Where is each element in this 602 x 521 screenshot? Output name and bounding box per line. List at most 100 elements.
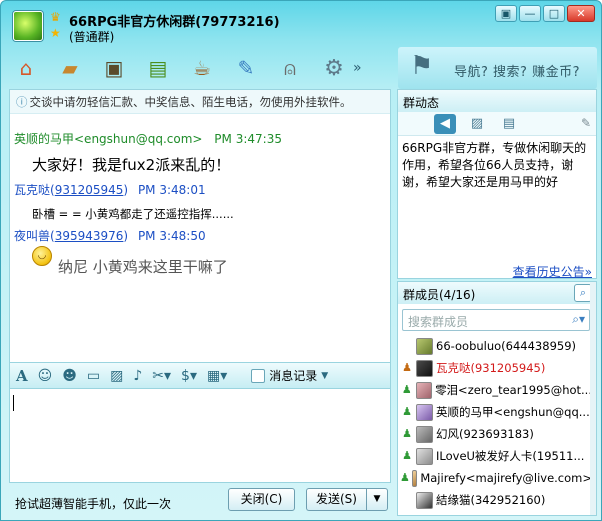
info-icon: ⓘ — [16, 95, 28, 109]
sender-name[interactable]: 英顺的马甲<engshun@qq.com> — [14, 132, 202, 146]
admin-icon: ♟ — [402, 449, 412, 462]
picture-icon[interactable]: ▣ — [99, 53, 129, 83]
wrench-icon[interactable]: ✎ — [581, 116, 591, 130]
minimize-button[interactable]: — — [519, 5, 541, 22]
avatar — [411, 469, 418, 487]
image-icon[interactable]: ▨ — [110, 368, 123, 384]
folder-icon[interactable]: ▰ — [55, 53, 85, 83]
role-icon — [400, 339, 414, 353]
group-news-panel: 群动态 ◀ ▨ ▤ ✎ 66RPG非官方群，专做休闲聊天的作用，希望各位66人员… — [397, 89, 597, 279]
message-text: 卧槽 = = 小黄鸡都走了还遥控指挥...... — [32, 207, 234, 221]
currency-icon[interactable]: $▾ — [181, 368, 197, 384]
smiley-emoticon-icon: ◡ — [32, 246, 52, 266]
mic-icon[interactable]: ⍝ — [275, 53, 305, 83]
avatar — [416, 491, 433, 509]
avatar — [416, 403, 433, 421]
role-icon — [400, 493, 414, 507]
list-item[interactable]: 66-oobuluo(644438959) — [400, 335, 592, 357]
members-header: 群成员(4/16) ⌕ — [398, 282, 596, 304]
format-toolbar: A ☺ ☻ ▭ ▨ ♪ ✂▾ $▾ ▦▾ 消息记录 ▼ — [9, 363, 391, 389]
shake-icon[interactable]: ▭ — [87, 368, 100, 384]
group-news-title: 群动态 — [398, 90, 596, 112]
maximize-button[interactable]: □ — [543, 5, 565, 22]
group-news-tabs: ◀ ▨ ▤ — [398, 112, 596, 136]
speaker-icon[interactable]: ◀ — [434, 113, 456, 134]
screen-icon[interactable]: ▦▾ — [207, 368, 227, 384]
emoticon-icon[interactable]: ☺ — [38, 368, 53, 384]
history-announcements-link[interactable]: 查看历史公告» — [513, 263, 592, 280]
sender-id-link[interactable]: 931205945 — [55, 183, 124, 197]
list-item[interactable]: ♟ 零泪<zero_tear1995@hot... — [400, 379, 592, 401]
message-time: PM 3:48:01 — [137, 183, 206, 197]
home-icon[interactable]: ⌂ — [11, 53, 41, 83]
album-icon[interactable]: ▨ — [466, 114, 488, 134]
avatar — [416, 337, 433, 355]
tv-icon[interactable]: ▤ — [143, 53, 173, 83]
admin-icon: ♟ — [402, 405, 412, 418]
magic-emoticon-icon[interactable]: ☻ — [62, 368, 77, 384]
member-list: 66-oobuluo(644438959) ♟ 瓦克哒(931205945) ♟… — [400, 335, 592, 511]
scissors-icon[interactable]: ✂▾ — [152, 368, 171, 384]
message-input[interactable] — [9, 389, 391, 483]
more-tools-button[interactable]: » — [353, 60, 362, 76]
avatar — [416, 359, 433, 377]
crown-icon: ♛ — [50, 10, 61, 24]
sender-name[interactable]: 夜叫兽 — [14, 229, 50, 243]
group-type: (普通群) — [69, 30, 115, 44]
cup-icon[interactable]: ☕ — [187, 53, 217, 83]
font-icon[interactable]: A — [16, 367, 28, 385]
chat-history[interactable]: ⓘ 交谈中请勿轻信汇款、中奖信息、陌生电话，勿使用外挂软件。 英顺的马甲<engs… — [9, 89, 391, 363]
message-record-button[interactable]: 消息记录 ▼ — [251, 367, 328, 384]
gear-icon[interactable]: ⚙ — [319, 53, 349, 83]
skin-button[interactable]: ▣ — [495, 5, 517, 22]
ad-text[interactable]: 抢试超薄智能手机，仅此一次 — [15, 495, 171, 512]
window-controls: ▣ — □ ✕ — [495, 5, 595, 22]
chevron-down-icon: ▼ — [321, 370, 329, 381]
admin-icon: ♟ — [402, 427, 412, 440]
share-icon[interactable]: ▤ — [498, 114, 520, 134]
tab-placeholder — [402, 114, 424, 134]
sender-id-link[interactable]: 395943976 — [55, 229, 124, 243]
qq-group-chat-window: ♛ ★ 66RPG非官方休闲群(79773216) (普通群) ▣ — □ ✕ … — [0, 0, 602, 521]
security-notice: ⓘ 交谈中请勿轻信汇款、中奖信息、陌生电话，勿使用外挂软件。 — [10, 90, 390, 114]
member-search-input[interactable]: 搜索群成员 ⌕▾ — [402, 309, 590, 331]
send-button[interactable]: 发送(S) — [306, 488, 366, 511]
record-icon — [251, 368, 266, 383]
nav-banner[interactable]: ⚑ 导航? 搜索? 赚金币? — [398, 47, 597, 89]
member-list-scrollbar[interactable] — [590, 282, 596, 515]
main-toolbar: ⌂ ▰ ▣ ▤ ☕ ✎ ⍝ ⚙ » — [11, 53, 362, 83]
note-icon[interactable]: ✎ — [231, 53, 261, 83]
members-title: 群成员(4/16) — [403, 288, 476, 302]
search-dropdown-icon[interactable]: ⌕▾ — [572, 312, 585, 327]
close-window-button[interactable]: ✕ — [567, 5, 595, 22]
banner-text: 导航? 搜索? 赚金币? — [454, 65, 580, 80]
list-item[interactable]: ♟ 幻风(923693183) — [400, 423, 592, 445]
close-button[interactable]: 关闭(C) — [228, 488, 295, 511]
members-panel: 群成员(4/16) ⌕ 搜索群成员 ⌕▾ 66-oobuluo(64443895… — [397, 281, 597, 516]
avatar — [416, 447, 433, 465]
admin-icon: ♟ — [401, 383, 412, 396]
send-options-button[interactable]: ▼ — [366, 488, 388, 511]
list-item[interactable]: ♟ 英顺的马甲<engshun@qq... — [400, 401, 592, 423]
owner-icon: ♟ — [402, 361, 412, 374]
avatar — [416, 425, 433, 443]
message-header: 夜叫兽(395943976) PM 3:48:50 — [14, 229, 206, 243]
message-time: PM 3:48:50 — [137, 229, 206, 243]
message-header: 英顺的马甲<engshun@qq.com> PM 3:47:35 — [14, 130, 282, 147]
avatar — [415, 381, 433, 399]
group-avatar[interactable] — [13, 11, 43, 41]
star-icon: ★ — [50, 26, 61, 40]
list-item[interactable]: ♟ 瓦克哒(931205945) — [400, 357, 592, 379]
announcement-text: 66RPG非官方群，专做休闲聊天的作用，希望各位66人员支持，谢谢，希望大家还是… — [402, 141, 587, 189]
message-text: 大家好！我是fux2派来乱的！ — [32, 156, 231, 174]
list-item[interactable]: ♟ Majirefy<majirefy@live.com> — [400, 467, 592, 489]
text-caret — [13, 395, 14, 411]
message-text: 纳尼 小黄鸡来这里干嘛了 — [58, 258, 228, 276]
message-header: 瓦克哒(931205945) PM 3:48:01 — [14, 183, 206, 197]
list-item[interactable]: 結缘猫(342952160) — [400, 489, 592, 511]
admin-icon: ♟ — [400, 471, 410, 484]
message-time: PM 3:47:35 — [214, 132, 282, 146]
list-item[interactable]: ♟ ILoveU被发好人卡(19511... — [400, 445, 592, 467]
sender-name[interactable]: 瓦克哒 — [14, 183, 50, 197]
music-icon[interactable]: ♪ — [133, 368, 142, 384]
